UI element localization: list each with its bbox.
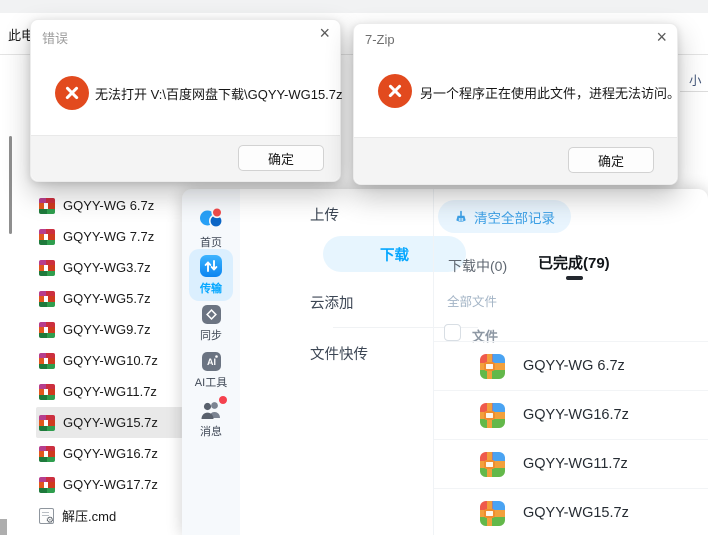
tab-completed[interactable]: 已完成(79) <box>538 252 610 273</box>
file-name: GQYY-WG11.7z <box>63 384 157 399</box>
active-tab-underline <box>566 276 583 280</box>
clear-all-records-button[interactable]: 清空全部记录 <box>438 200 571 233</box>
filter-all-files[interactable]: 全部文件 <box>447 291 497 310</box>
netdisk-nav-rail: 首页 传输 同步 AI AI工具 消息 <box>182 189 240 535</box>
7zip-dialog: 7-Zip × 另一个程序正在使用此文件，进程无法访问。 确定 <box>353 23 681 185</box>
file-name: 解压.cmd <box>62 509 117 524</box>
explorer-file-row[interactable]: GQYY-WG 6.7z <box>36 190 184 221</box>
notification-badge <box>218 396 227 404</box>
file-name: GQYY-WG16.7z <box>523 407 629 423</box>
explorer-corner-bar <box>0 519 7 535</box>
winrar-archive-icon <box>39 290 55 307</box>
size-column-header[interactable]: 小 <box>689 70 702 89</box>
explorer-scrollbar[interactable] <box>9 136 12 234</box>
explorer-file-row[interactable]: GQYY-WG16.7z <box>36 438 184 469</box>
download-row[interactable]: GQYY-WG16.7z <box>434 390 708 439</box>
menu-item-upload[interactable]: 上传 <box>310 204 339 225</box>
sidebar-item-ai-tools[interactable]: AI AI工具 <box>182 352 240 390</box>
file-name: GQYY-WG5.7z <box>63 291 151 306</box>
svg-text:AI: AI <box>207 357 216 367</box>
file-name: GQYY-WG 6.7z <box>63 198 155 213</box>
tab-downloading[interactable]: 下载中(0) <box>448 256 507 276</box>
explorer-file-row[interactable]: GQYY-WG9.7z <box>36 314 184 345</box>
explorer-file-row[interactable]: GQYY-WG3.7z <box>36 252 184 283</box>
winrar-archive-icon <box>39 383 55 400</box>
file-name: GQYY-WG10.7z <box>63 353 158 368</box>
sidebar-item-transfer[interactable]: 传输 <box>189 249 233 301</box>
file-name: GQYY-WG11.7z <box>523 456 628 472</box>
sidebar-item-messages[interactable]: 消息 <box>182 396 240 439</box>
archive-file-icon <box>480 402 505 428</box>
winrar-archive-icon <box>39 476 55 493</box>
netdisk-logo-icon <box>199 206 223 228</box>
sync-icon <box>201 305 221 324</box>
explorer-file-row[interactable]: GQYY-WG10.7z <box>36 345 184 376</box>
menu-item-cloud-add[interactable]: 云添加 <box>310 292 354 313</box>
explorer-file-row[interactable]: GQYY-WG5.7z <box>36 283 184 314</box>
download-list: GQYY-WG 6.7z GQYY-WG16.7z GQYY-WG11.7z GQYY… <box>434 341 708 535</box>
cmd-script-icon <box>39 507 54 526</box>
sidebar-item-label: 首页 <box>200 237 222 249</box>
explorer-file-list: GQYY-WG 6.7z GQYY-WG 7.7z GQYY-WG3.7z GQYY-… <box>36 190 184 531</box>
explorer-file-row[interactable]: GQYY-WG17.7z <box>36 469 184 500</box>
dialog-message: 另一个程序正在使用此文件，进程无法访问。 <box>420 86 681 101</box>
winrar-archive-icon <box>39 259 55 276</box>
winrar-archive-icon <box>39 414 55 431</box>
ok-button[interactable]: 确定 <box>568 147 654 173</box>
winrar-archive-icon <box>39 197 55 214</box>
transfer-icon <box>200 255 222 277</box>
close-icon[interactable]: × <box>319 24 330 42</box>
file-name: GQYY-WG9.7z <box>63 322 151 337</box>
file-name: GQYY-WG 6.7z <box>523 358 625 374</box>
dialog-message: 无法打开 V:\百度网盘下载\GQYY-WG15.7z <box>95 87 343 102</box>
file-name: GQYY-WG15.7z <box>523 505 629 521</box>
archive-file-icon <box>480 500 505 526</box>
ai-tools-icon: AI <box>201 352 221 371</box>
explorer-file-row[interactable]: GQYY-WG 7.7z <box>36 221 184 252</box>
file-name: GQYY-WG3.7z <box>63 260 151 275</box>
explorer-file-row[interactable]: GQYY-WG15.7z <box>36 407 184 438</box>
archive-file-icon <box>480 451 505 477</box>
file-name: GQYY-WG 7.7z <box>63 229 155 244</box>
download-row[interactable]: GQYY-WG11.7z <box>434 439 708 488</box>
error-dialog: 错误 × 无法打开 V:\百度网盘下载\GQYY-WG15.7z 确定 <box>30 19 343 182</box>
dialog-title: 7-Zip <box>365 32 395 47</box>
download-row[interactable]: GQYY-WG 6.7z <box>434 341 708 390</box>
error-icon <box>55 76 89 110</box>
netdisk-window: 首页 传输 同步 AI AI工具 消息 上传 下载 云添加 文件快传 清空全部记… <box>182 189 708 535</box>
broom-icon <box>456 210 466 222</box>
transfer-menu: 上传 下载 云添加 文件快传 <box>240 189 478 535</box>
archive-file-icon <box>480 353 505 379</box>
explorer-titlebar-band <box>0 0 708 13</box>
error-icon <box>378 74 412 108</box>
sidebar-item-home[interactable]: 首页 <box>182 204 240 250</box>
screen: 此电 小 GQYY-WG 6.7z GQYY-WG 7.7z GQYY-WG3.7z… <box>0 0 708 535</box>
winrar-archive-icon <box>39 228 55 245</box>
downloads-panel: 清空全部记录 下载中(0) 已完成(79) 全部文件 文件 GQYY-WG 6.… <box>434 189 708 535</box>
sidebar-item-label: 消息 <box>200 426 222 438</box>
column-header-divider <box>680 91 708 92</box>
menu-item-quick-transfer[interactable]: 文件快传 <box>310 343 368 364</box>
file-name: GQYY-WG16.7z <box>63 446 158 461</box>
dialog-title: 错误 <box>42 31 69 46</box>
sidebar-item-label: 传输 <box>200 283 222 295</box>
sidebar-item-label: AI工具 <box>194 377 228 389</box>
winrar-archive-icon <box>39 445 55 462</box>
file-name: GQYY-WG15.7z <box>63 415 158 430</box>
explorer-file-row[interactable]: GQYY-WG11.7z <box>36 376 184 407</box>
sidebar-item-sync[interactable]: 同步 <box>182 305 240 343</box>
winrar-archive-icon <box>39 321 55 338</box>
select-all-checkbox[interactable] <box>444 324 461 341</box>
sidebar-item-label: 同步 <box>200 330 222 342</box>
close-icon[interactable]: × <box>656 28 667 46</box>
explorer-file-row[interactable]: 解压.cmd <box>36 500 184 531</box>
winrar-archive-icon <box>39 352 55 369</box>
ok-button[interactable]: 确定 <box>238 145 324 171</box>
download-row[interactable]: GQYY-WG15.7z <box>434 488 708 535</box>
file-name: GQYY-WG17.7z <box>63 477 158 492</box>
